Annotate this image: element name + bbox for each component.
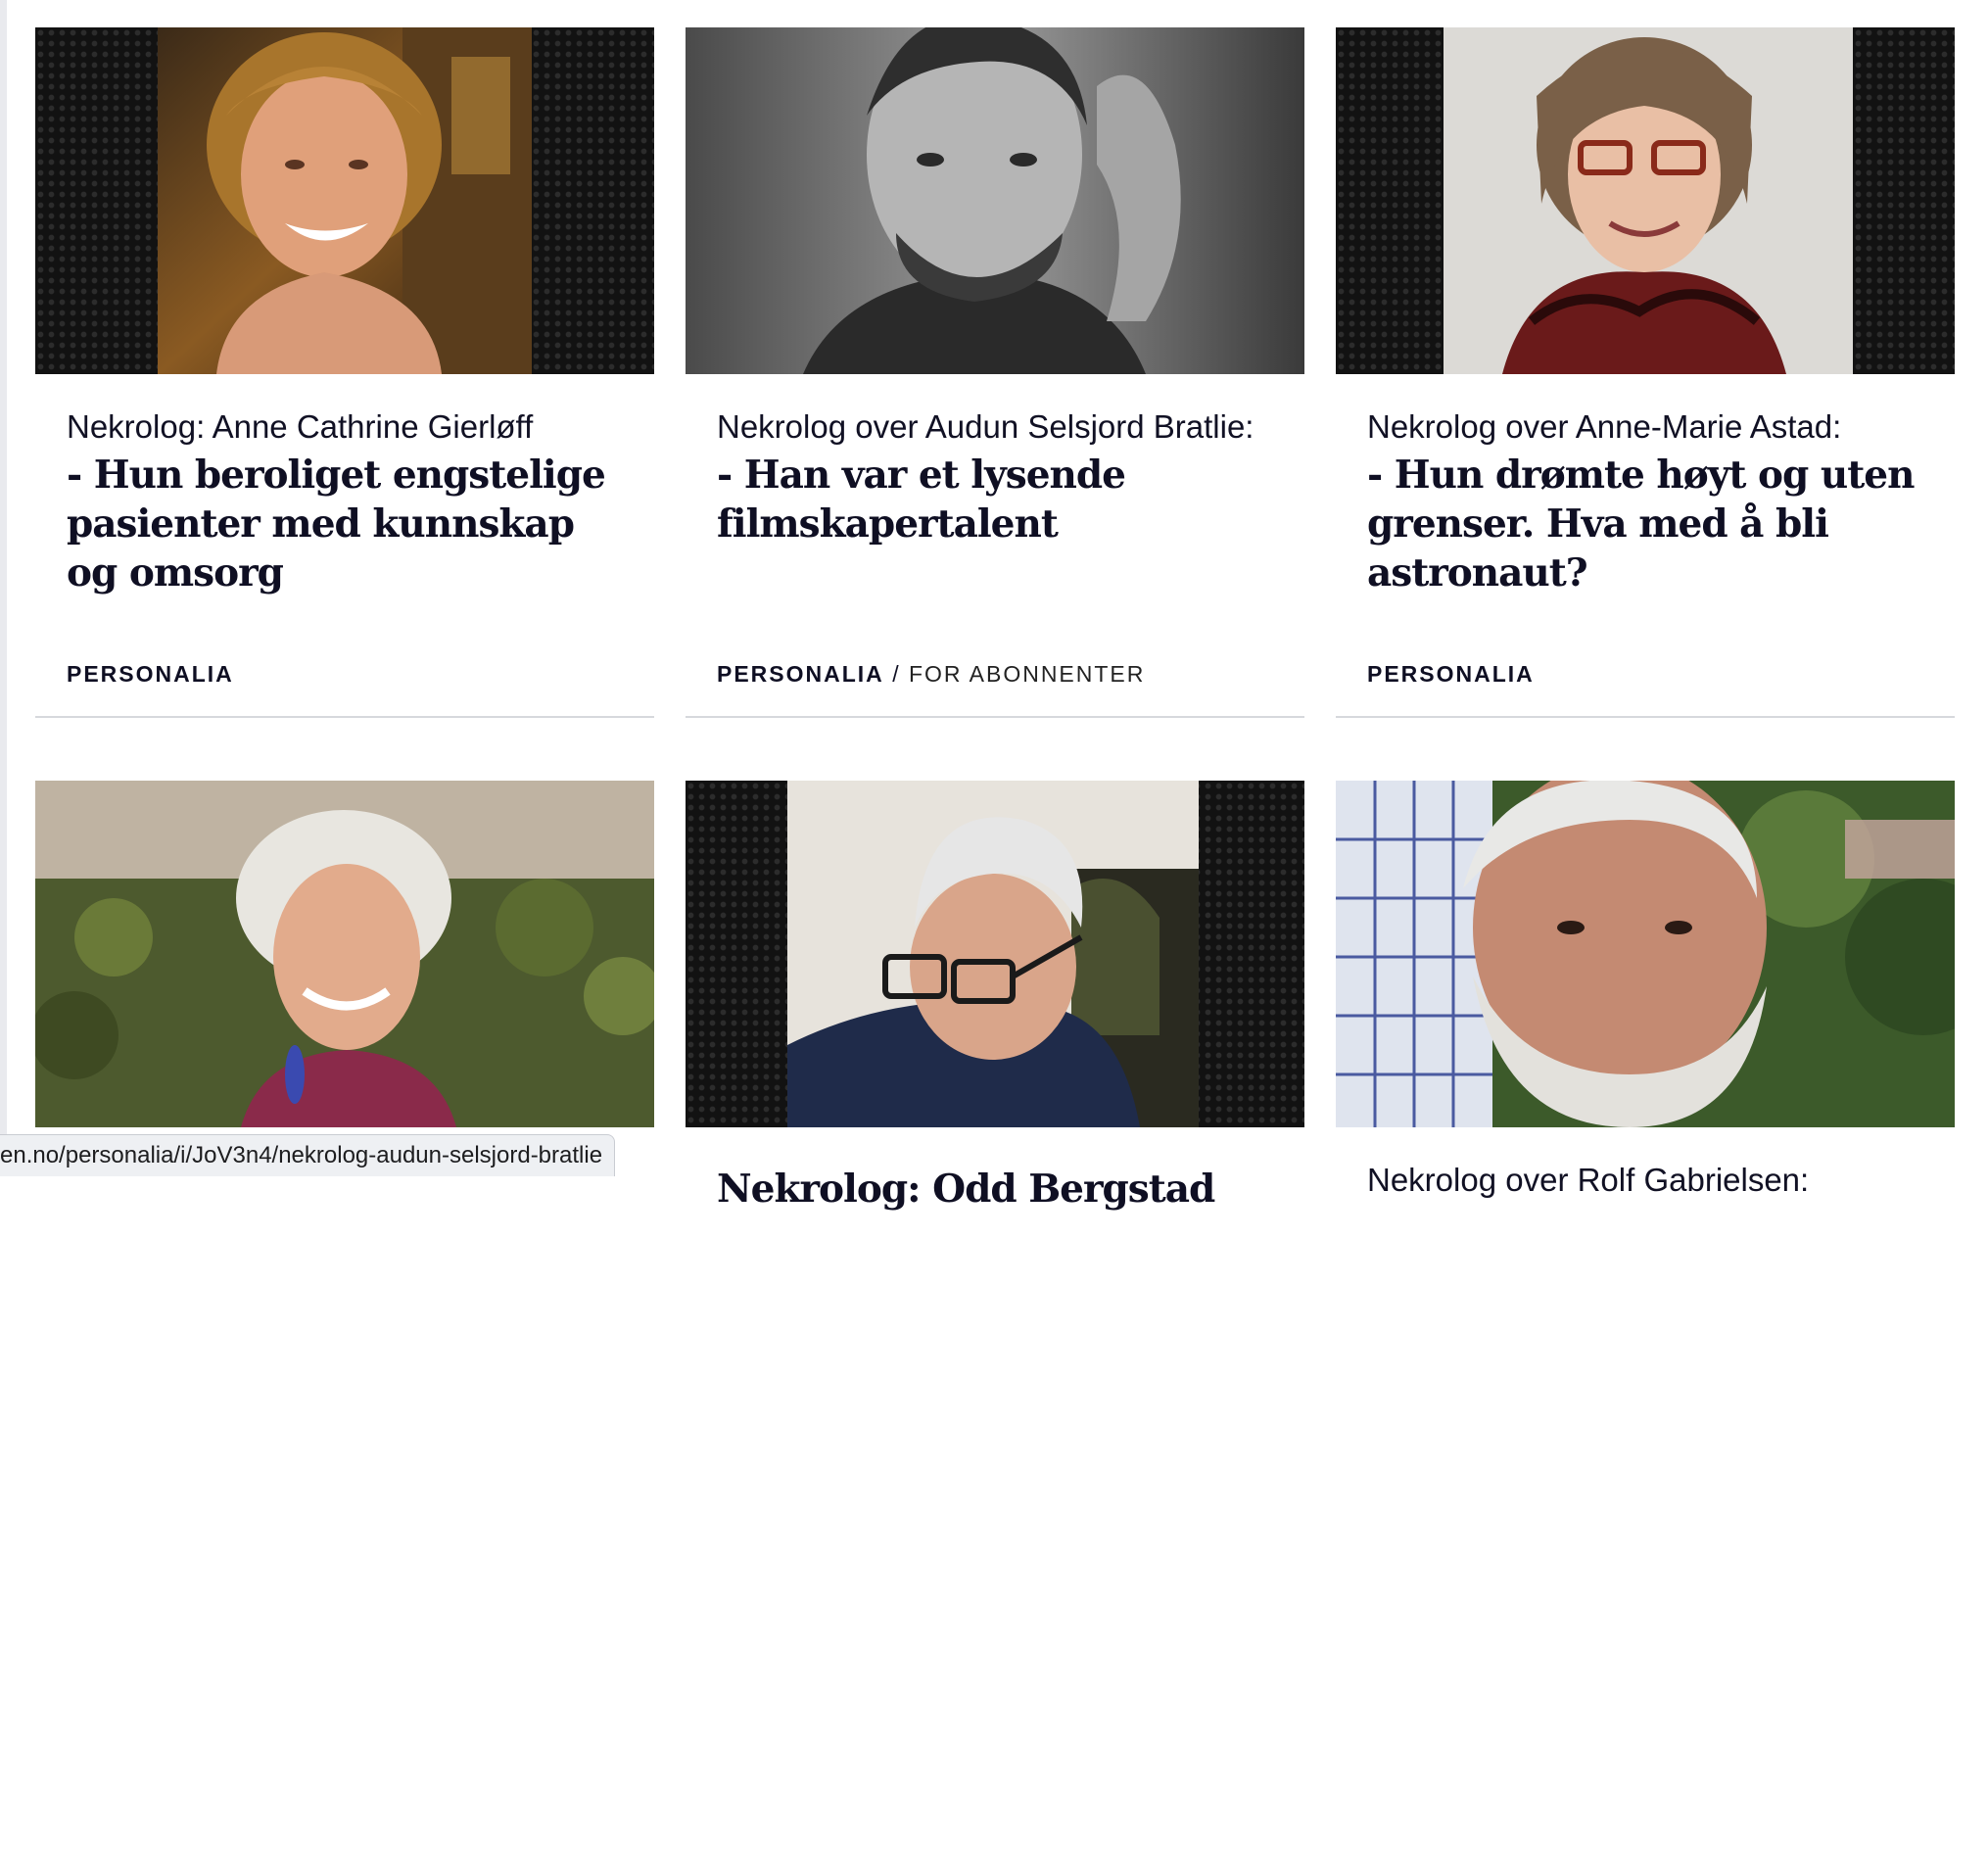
article-card-gierloff[interactable]: Nekrolog: Anne Cathrine Gierløff - Hun b… xyxy=(35,27,654,718)
article-grid: Nekrolog: Anne Cathrine Gierløff - Hun b… xyxy=(35,27,1955,1858)
article-headline[interactable]: Nekrolog: Odd Bergstad xyxy=(717,1165,1273,1214)
article-card-gabrielsen[interactable]: Nekrolog over Rolf Gabrielsen: xyxy=(1336,781,1955,1858)
article-card-bergstad[interactable]: Nekrolog: Odd Bergstad xyxy=(686,781,1304,1858)
article-card-bratlie[interactable]: Nekrolog over Audun Selsjord Bratlie: - … xyxy=(686,27,1304,718)
subscriber-label: FOR ABONNENTER xyxy=(908,661,1146,687)
article-kicker: Nekrolog over Audun Selsjord Bratlie: xyxy=(717,408,1254,445)
portrait-photo-woman-glasses xyxy=(1444,27,1853,374)
portrait-photo-man-bw xyxy=(686,27,1304,374)
article-kicker: Nekrolog: Anne Cathrine Gierløff xyxy=(67,408,534,445)
portrait-photo-woman-smiling xyxy=(158,27,532,374)
section-label[interactable]: PERSONALIA xyxy=(1367,661,1535,687)
article-meta: PERSONALIA xyxy=(1336,659,1955,689)
page-left-edge xyxy=(0,0,7,1175)
link-status-bar: en.no/personalia/i/JoV3n4/nekrolog-audun… xyxy=(0,1134,616,1176)
article-headline[interactable]: - Hun drømte høyt og uten grenser. Hva m… xyxy=(1367,451,1923,597)
article-text: Nekrolog over Audun Selsjord Bratlie: - … xyxy=(686,374,1304,548)
article-kicker: Nekrolog over Rolf Gabrielsen: xyxy=(1367,1162,1810,1198)
meta-separator: / xyxy=(892,661,901,687)
article-text: Nekrolog: Odd Bergstad xyxy=(686,1127,1304,1214)
article-text: Nekrolog: Anne Cathrine Gierløff - Hun b… xyxy=(35,374,654,597)
article-image[interactable] xyxy=(35,27,654,374)
article-image[interactable] xyxy=(35,781,654,1127)
section-label[interactable]: PERSONALIA xyxy=(67,661,234,687)
article-card-elderly-woman[interactable] xyxy=(35,781,654,1858)
article-meta: PERSONALIA xyxy=(35,659,654,689)
page-right-edge xyxy=(1964,0,1988,1175)
article-image[interactable] xyxy=(686,781,1304,1127)
article-headline[interactable]: - Hun beroliget engstelige pasienter med… xyxy=(67,451,623,597)
portrait-photo-man-glasses xyxy=(787,781,1199,1127)
article-image[interactable] xyxy=(686,27,1304,374)
article-image[interactable] xyxy=(1336,27,1955,374)
section-label[interactable]: PERSONALIA xyxy=(717,661,884,687)
article-image[interactable] xyxy=(1336,781,1955,1127)
article-meta: PERSONALIA / FOR ABONNENTER xyxy=(686,659,1304,689)
article-headline[interactable]: - Han var et lysende filmskapertalent xyxy=(717,451,1273,548)
portrait-photo-bearded-man xyxy=(1336,781,1955,1127)
article-card-astad[interactable]: Nekrolog over Anne-Marie Astad: - Hun dr… xyxy=(1336,27,1955,718)
article-kicker: Nekrolog over Anne-Marie Astad: xyxy=(1367,408,1842,445)
article-text: Nekrolog over Rolf Gabrielsen: xyxy=(1336,1127,1955,1204)
article-text: Nekrolog over Anne-Marie Astad: - Hun dr… xyxy=(1336,374,1955,597)
portrait-photo-elderly-woman xyxy=(35,781,654,1127)
